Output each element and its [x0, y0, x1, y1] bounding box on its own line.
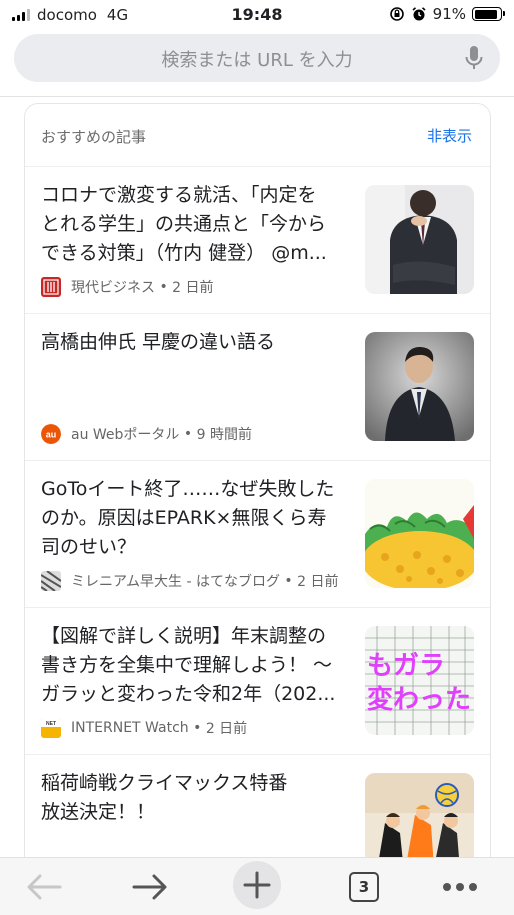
gendai-business-logo-icon: [41, 277, 61, 297]
battery-icon: [472, 7, 505, 21]
article-time: 2 日前: [297, 574, 339, 590]
article-meta: NET INTERNET Watch • 2 日前: [41, 718, 247, 738]
article-source: au Webポータル: [71, 427, 180, 443]
recommended-articles-card: おすすめの記事 非表示 コロナで激変する就活、「内定を とれる学生」の共通点と「…: [24, 103, 491, 883]
divider: [0, 96, 514, 97]
au-logo-icon: au: [41, 424, 61, 444]
tax-form-thumbnail[interactable]: もガラ 変わった: [365, 626, 474, 735]
forward-button[interactable]: [128, 864, 172, 910]
alarm-icon: [412, 7, 426, 21]
menu-button[interactable]: [440, 864, 480, 910]
battery-percent: 91%: [432, 5, 466, 23]
orientation-lock-icon: [389, 7, 404, 21]
status-bar: docomo 4G 19:48 91%: [0, 0, 514, 30]
internet-watch-logo-icon: NET: [41, 718, 61, 738]
article-item[interactable]: 高橋由伸氏 早慶の違い語る au au Webポータル • 9 時間前: [25, 314, 490, 461]
article-title[interactable]: 【図解で詳しく説明】年末調整の 書き方を全集中で理解しよう！ ～ ガラッと変わっ…: [41, 622, 341, 709]
thumbnail-text-1: もガラ: [367, 651, 445, 681]
card-title: おすすめの記事: [41, 128, 147, 146]
article-item[interactable]: コロナで激変する就活、「内定を とれる学生」の共通点と「今から できる対策」（竹…: [25, 167, 490, 314]
article-meta: 現代ビジネス • 2 日前: [41, 277, 214, 297]
battery-level: [474, 9, 498, 19]
portrait-photo-thumbnail[interactable]: [365, 332, 474, 441]
article-item[interactable]: GoToイート終了……なぜ失敗した のか。原因はEPARK×無限くら寿 司のせい…: [25, 461, 490, 608]
more-dots-icon: [443, 883, 477, 891]
meta-separator: •: [188, 720, 206, 736]
tab-count: 3: [349, 872, 379, 902]
article-title[interactable]: 高橋由伸氏 早慶の違い語る: [41, 328, 341, 357]
article-time: 9 時間前: [196, 427, 252, 443]
meta-separator: •: [179, 426, 197, 442]
article-meta: ミレニアム早大生 - はてなブログ • 2 日前: [41, 571, 339, 591]
microphone-icon[interactable]: [464, 45, 484, 71]
card-header: おすすめの記事 非表示: [25, 104, 490, 167]
hatena-blog-avatar-icon: [41, 571, 61, 591]
food-illustration-thumbnail[interactable]: [365, 479, 474, 588]
article-title[interactable]: GoToイート終了……なぜ失敗した のか。原因はEPARK×無限くら寿 司のせい…: [41, 475, 341, 562]
plus-icon: [243, 871, 271, 899]
status-right: 91%: [389, 5, 505, 23]
bottom-toolbar: 3: [0, 857, 514, 915]
new-tab-circle: [233, 861, 281, 909]
search-input[interactable]: 検索または URL を入力: [14, 34, 500, 82]
back-arrow-icon: [27, 874, 62, 900]
article-time: 2 日前: [205, 721, 248, 737]
article-source: ミレニアム早大生 - はてなブログ: [71, 574, 280, 590]
article-item[interactable]: 【図解で詳しく説明】年末調整の 書き方を全集中で理解しよう！ ～ ガラッと変わっ…: [25, 608, 490, 755]
article-meta: au au Webポータル • 9 時間前: [41, 424, 252, 444]
article-time: 2 日前: [172, 280, 214, 296]
svg-text:au: au: [46, 430, 57, 440]
back-button[interactable]: [22, 864, 66, 910]
meta-separator: •: [155, 279, 173, 295]
article-source: 現代ビジネス: [71, 280, 155, 296]
article-title[interactable]: コロナで激変する就活、「内定を とれる学生」の共通点と「今から できる対策」（竹…: [41, 181, 341, 268]
article-title[interactable]: 稲荷崎戦クライマックス特番 放送決定！！: [41, 769, 341, 827]
thumbnail-text-2: 変わった: [367, 684, 471, 715]
new-tab-button[interactable]: [233, 861, 281, 909]
person-photo-thumbnail[interactable]: [365, 185, 474, 294]
article-source: INTERNET Watch: [71, 720, 189, 736]
tab-switcher-button[interactable]: 3: [346, 864, 382, 910]
forward-arrow-icon: [132, 874, 167, 900]
svg-text:NET: NET: [46, 721, 56, 727]
search-placeholder: 検索または URL を入力: [161, 50, 353, 71]
meta-separator: •: [279, 573, 298, 589]
hide-button[interactable]: 非表示: [427, 125, 472, 146]
